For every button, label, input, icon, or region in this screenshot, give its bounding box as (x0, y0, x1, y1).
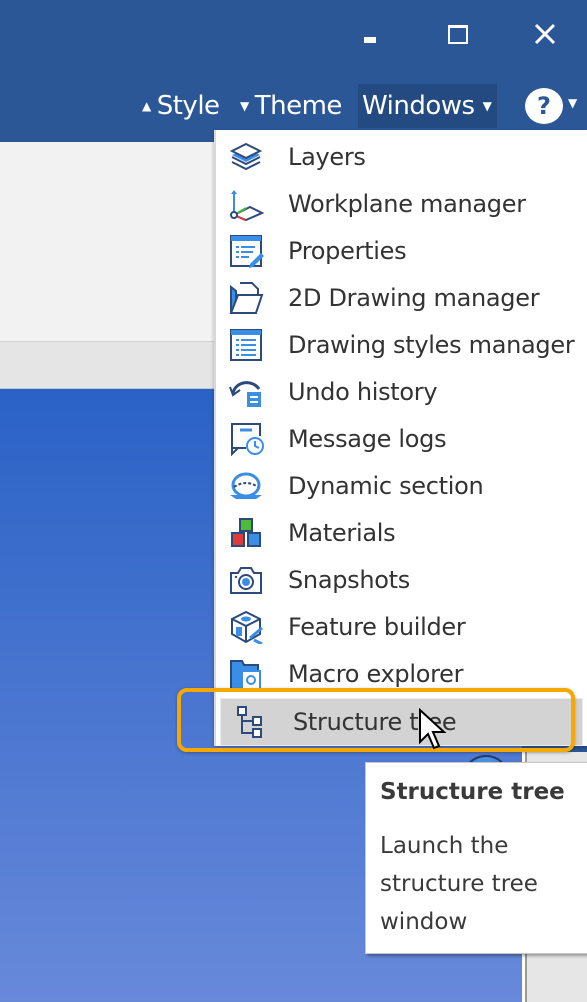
left-panel-footer (0, 341, 214, 390)
menu-item-label: Drawing styles manager (288, 331, 575, 359)
title-bar: ▲ Style ▼ Theme ▼ Windows ▼ ? ▼ (0, 0, 587, 142)
camera-icon (228, 563, 264, 597)
menu-item-materials[interactable]: Materials (216, 510, 587, 556)
help-dropdown-icon[interactable]: ▼ (568, 96, 577, 110)
undo-history-icon (228, 375, 264, 409)
menu-item-feature-builder[interactable]: Feature builder (216, 604, 587, 650)
macro-folder-icon (228, 657, 264, 691)
menu-item-properties[interactable]: Properties (216, 228, 587, 274)
menu-item-label: Macro explorer (288, 660, 464, 688)
minimize-button[interactable] (345, 14, 395, 54)
drawing-folder-icon (228, 281, 264, 315)
menu-item-label: Undo history (288, 378, 438, 406)
chevron-down-icon: ▼ (482, 99, 492, 113)
tab-windows-label: Windows (362, 91, 475, 121)
feature-builder-icon (228, 610, 264, 644)
close-button[interactable] (520, 14, 570, 54)
menu-item-dynamic-section[interactable]: Dynamic section (216, 463, 587, 509)
menu-item-label: 2D Drawing manager (288, 284, 540, 312)
workplane-icon (228, 187, 264, 221)
menu-item-message-logs[interactable]: Message logs (216, 416, 587, 462)
menu-item-layers[interactable]: Layers (216, 134, 587, 180)
maximize-button[interactable] (433, 14, 483, 54)
menu-item-label: Feature builder (288, 613, 466, 641)
message-log-icon (228, 422, 264, 456)
dynamic-section-icon (228, 469, 264, 503)
menu-item-workplane-manager[interactable]: Workplane manager (216, 181, 587, 227)
left-panel (0, 142, 214, 341)
help-icon: ? (537, 92, 551, 120)
menu-item-drawing-styles-manager[interactable]: Drawing styles manager (216, 322, 587, 368)
tab-theme-label: Theme (254, 91, 343, 121)
chevron-up-icon: ▲ (142, 99, 151, 113)
help-button[interactable]: ? (525, 88, 563, 124)
tooltip-title: Structure tree (380, 779, 565, 805)
maximize-icon (448, 24, 468, 44)
list-window-icon (228, 328, 264, 362)
menu-item-structure-tree[interactable]: Structure tree (220, 698, 583, 746)
ribbon-tabs: ▲ Style ▼ Theme ▼ Windows ▼ ? ▼ (0, 84, 587, 128)
materials-icon (228, 516, 264, 550)
menu-item-2d-drawing-manager[interactable]: 2D Drawing manager (216, 275, 587, 321)
close-icon (534, 23, 556, 45)
tab-style-label: Style (156, 91, 220, 121)
windows-menu: Layers Workplane manager Properties 2D D… (214, 130, 587, 746)
menu-item-macro-explorer[interactable]: Macro explorer (216, 651, 587, 697)
menu-item-label: Layers (288, 143, 366, 171)
structure-tree-icon (233, 705, 269, 739)
tooltip: Structure tree Launch the structure tree… (365, 762, 587, 954)
tab-theme[interactable]: ▼ Theme (240, 84, 342, 128)
layers-icon (228, 140, 264, 174)
properties-icon (228, 234, 264, 268)
menu-item-label: Dynamic section (288, 472, 484, 500)
mouse-cursor-icon (419, 708, 447, 750)
menu-item-label: Workplane manager (288, 190, 526, 218)
menu-item-label: Properties (288, 237, 407, 265)
tab-windows[interactable]: ▼ Windows ▼ (358, 84, 498, 128)
menu-item-label: Materials (288, 519, 396, 547)
menu-item-label: Message logs (288, 425, 447, 453)
menu-item-undo-history[interactable]: Undo history (216, 369, 587, 415)
tab-style[interactable]: ▲ Style (142, 84, 220, 128)
minimize-icon (364, 37, 376, 43)
chevron-down-icon: ▼ (240, 99, 249, 113)
menu-item-snapshots[interactable]: Snapshots (216, 557, 587, 603)
tooltip-body: Launch the structure tree window (380, 833, 538, 935)
menu-item-label: Snapshots (288, 566, 410, 594)
